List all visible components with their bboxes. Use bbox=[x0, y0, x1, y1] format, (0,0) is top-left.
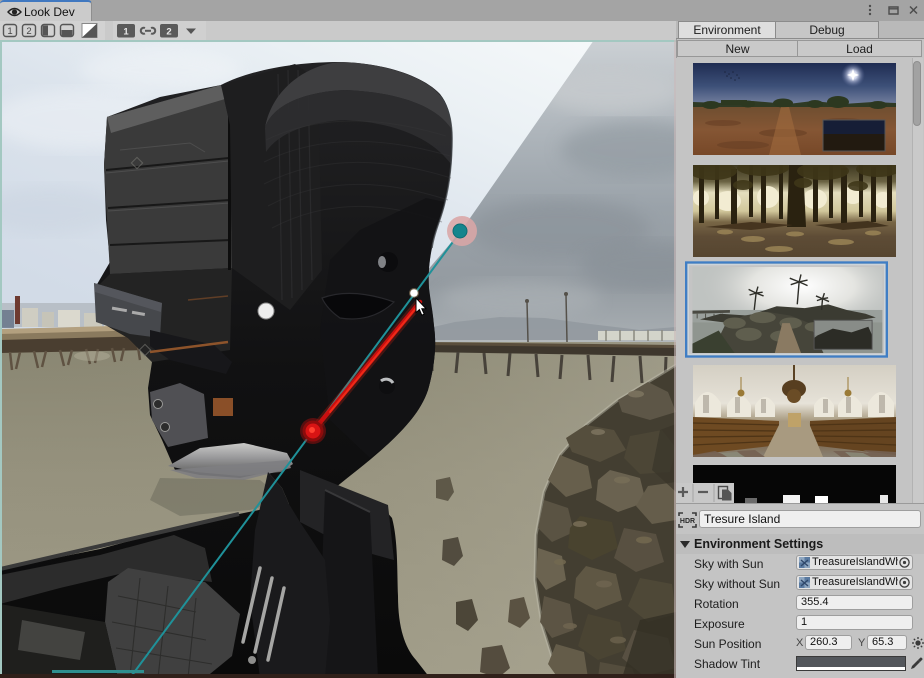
svg-text:1: 1 bbox=[123, 27, 129, 38]
svg-text:HDR: HDR bbox=[680, 518, 695, 525]
svg-text:2: 2 bbox=[166, 27, 171, 38]
svg-text:1: 1 bbox=[7, 26, 12, 37]
svg-text:2: 2 bbox=[26, 26, 31, 37]
